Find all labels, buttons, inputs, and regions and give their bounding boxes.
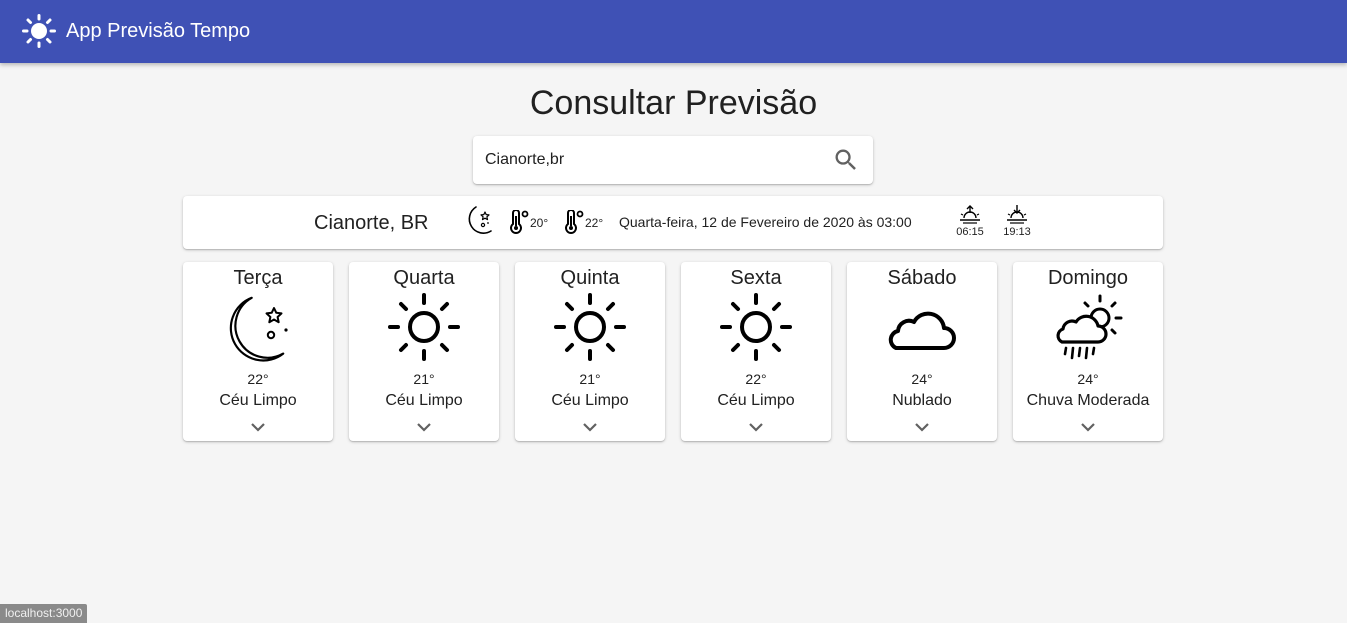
forecast-temp: 22° <box>745 371 767 387</box>
forecast-temp: 24° <box>1077 371 1099 387</box>
forecast-description: Chuva Moderada <box>1026 392 1150 409</box>
sun-icon <box>720 293 792 361</box>
forecast-temp: 21° <box>579 371 601 387</box>
thermometer-max-icon <box>565 210 584 234</box>
app-title: App Previsão Tempo <box>66 20 251 42</box>
search-input[interactable] <box>485 148 815 172</box>
forecast-description: Nublado <box>892 392 952 409</box>
city-name: Cianorte, BR <box>314 212 429 234</box>
forecast-card-saturday[interactable]: Sábado 24° Nublado <box>847 262 997 441</box>
sun-icon <box>554 293 626 361</box>
sun-icon <box>388 293 460 361</box>
chevron-down-icon[interactable] <box>744 418 768 436</box>
forecast-card-thursday[interactable]: Quinta 21° Céu Limpo <box>515 262 665 441</box>
chevron-down-icon[interactable] <box>578 418 602 436</box>
cloud-icon <box>888 311 956 350</box>
sunset-icon <box>1007 205 1027 224</box>
cloud-sun-rain-icon <box>1056 294 1123 360</box>
forecast-card-sunday[interactable]: Domingo 24° Chuva Moderada <box>1013 262 1163 441</box>
forecast-day: Sábado <box>887 267 957 289</box>
forecast-temp: 21° <box>413 371 435 387</box>
forecast-card-wednesday[interactable]: Quarta 21° Céu Limpo <box>349 262 499 441</box>
thermometer-min-icon <box>510 210 529 234</box>
forecast-day: Sexta <box>730 267 782 289</box>
search-icon[interactable] <box>832 146 860 174</box>
forecast-description: Céu Limpo <box>219 392 297 409</box>
forecast-card-tuesday[interactable]: Terça 22° Céu Limpo <box>183 262 333 441</box>
temp-min: 20° <box>530 216 549 230</box>
forecast-day: Quinta <box>560 267 620 289</box>
forecast-day: Quarta <box>393 267 455 289</box>
current-datetime: Quarta-feira, 12 de Fevereiro de 2020 às… <box>619 214 912 230</box>
sunrise-icon <box>960 205 980 224</box>
forecast-temp: 24° <box>911 371 933 387</box>
temp-max: 22° <box>585 216 604 230</box>
forecast-description: Céu Limpo <box>385 392 463 409</box>
chevron-down-icon[interactable] <box>246 418 270 436</box>
sun-icon <box>22 14 56 48</box>
chevron-down-icon[interactable] <box>910 418 934 436</box>
forecast-day: Terça <box>233 267 283 289</box>
sunset-time: 19:13 <box>1003 226 1031 238</box>
forecast-description: Céu Limpo <box>551 392 629 409</box>
forecast-description: Céu Limpo <box>717 392 795 409</box>
forecast-card-friday[interactable]: Sexta 22° Céu Limpo <box>681 262 831 441</box>
forecast-day: Domingo <box>1047 267 1129 289</box>
search-box <box>473 136 873 184</box>
chevron-down-icon[interactable] <box>1076 418 1100 436</box>
moon-stars-icon <box>229 296 288 362</box>
chevron-down-icon[interactable] <box>412 418 436 436</box>
current-weather-card: Cianorte, BR 20° 22° Quarta-feira, 12 de… <box>183 196 1163 249</box>
moon-stars-icon <box>468 206 492 234</box>
forecast-temp: 22° <box>247 371 269 387</box>
app-bar: App Previsão Tempo <box>0 0 1347 63</box>
sunrise-time: 06:15 <box>956 226 984 238</box>
page-title: Consultar Previsão <box>529 84 818 122</box>
status-url-tooltip: localhost:3000 <box>0 604 88 623</box>
